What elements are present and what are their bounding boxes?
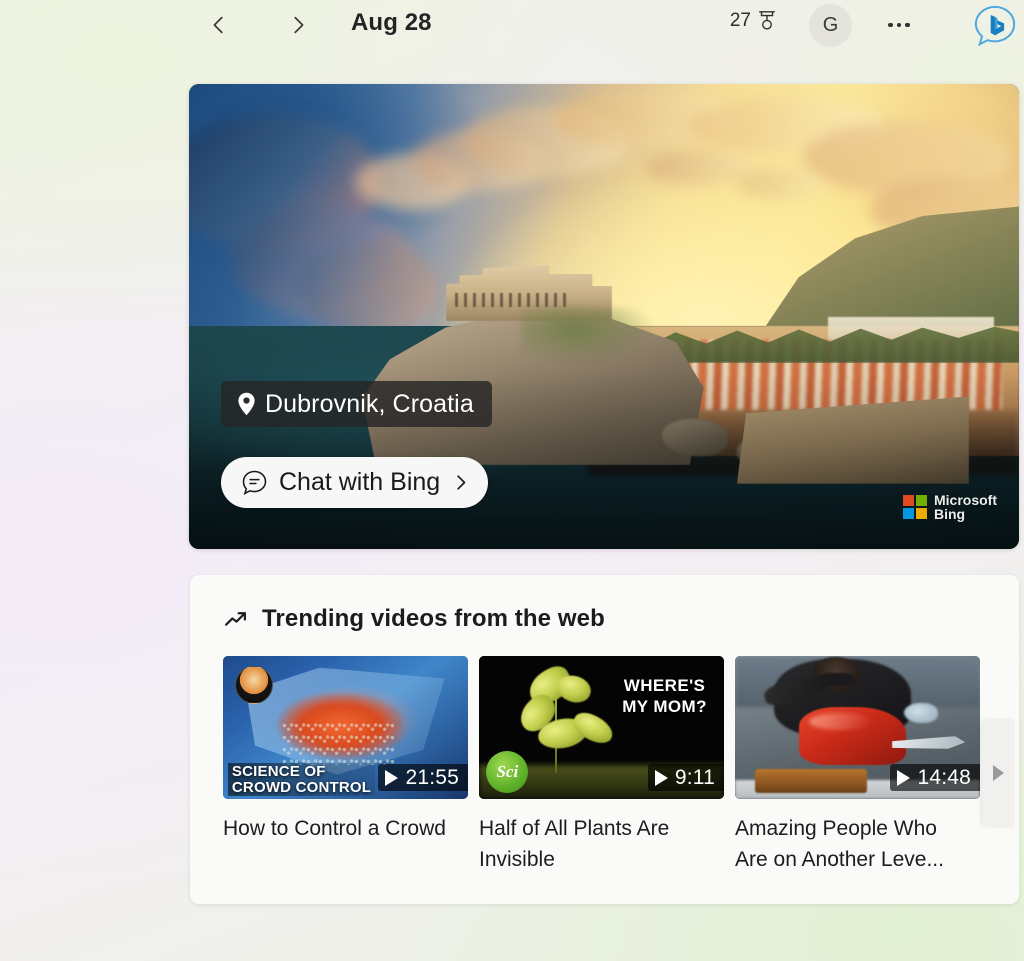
previous-day-button[interactable] xyxy=(199,5,239,45)
thumbnail-caption: WHERE'S MY MOM? xyxy=(622,676,707,717)
microsoft-bing-watermark: Microsoft Bing xyxy=(903,493,997,522)
video-card[interactable]: SCIENCE OF CROWD CONTROL 21:55 How to Co… xyxy=(223,656,468,876)
chevron-right-icon xyxy=(457,475,466,490)
video-thumbnail[interactable]: WHERE'S MY MOM? Sci 9:11 xyxy=(479,656,724,799)
gloved-hand xyxy=(904,703,939,724)
ellipsis-dot xyxy=(905,22,910,28)
trending-header: Trending videos from the web xyxy=(223,605,605,633)
next-day-button[interactable] xyxy=(278,5,318,45)
location-badge: Dubrovnik, Croatia xyxy=(221,381,492,427)
ms-square-yellow xyxy=(916,508,927,520)
chevron-right-icon xyxy=(294,16,304,34)
video-card[interactable]: 14:48 Amazing People Who Are on Another … xyxy=(735,656,980,876)
play-icon xyxy=(897,769,911,786)
play-icon xyxy=(385,769,399,786)
scroll-next-button[interactable] xyxy=(982,720,1014,826)
duration-badge: 21:55 xyxy=(378,764,468,791)
duration-badge: 14:48 xyxy=(890,764,980,791)
duration-badge: 9:11 xyxy=(647,764,724,791)
trending-videos-card: Trending videos from the web SCIENCE OF … xyxy=(190,575,1019,904)
caption-line-1: WHERE'S xyxy=(623,676,706,696)
thumbnail-caption: SCIENCE OF CROWD CONTROL xyxy=(227,762,376,797)
trending-up-arrow-icon xyxy=(225,611,246,626)
avatar[interactable]: G xyxy=(809,4,852,47)
crowd-dots xyxy=(281,721,395,765)
watermark-microsoft: Microsoft xyxy=(934,491,997,508)
caption-line-1: SCIENCE OF xyxy=(231,762,326,780)
location-text: Dubrovnik, Croatia xyxy=(265,389,474,418)
caption-line-2: MY MOM? xyxy=(622,696,707,716)
microsoft-logo-icon xyxy=(903,495,927,520)
play-icon xyxy=(654,769,668,786)
bing-daily-widget: Aug 28 27 G Dubrovnik, Croatia Chat with… xyxy=(0,0,1024,961)
cutting-board xyxy=(754,768,868,794)
scroll-right-arrow-icon xyxy=(992,765,1004,781)
rewards-medal-icon xyxy=(758,11,776,30)
microsoft-bing-wordmark: Microsoft Bing xyxy=(934,493,997,522)
chat-bubble-icon xyxy=(242,470,267,496)
channel-logo-text: Sci xyxy=(496,762,519,782)
map-pin-icon xyxy=(238,392,255,416)
rewards-points[interactable]: 27 xyxy=(730,9,778,33)
video-thumbnail[interactable]: 14:48 xyxy=(735,656,980,799)
duration-text: 9:11 xyxy=(674,766,715,789)
ms-square-red xyxy=(903,495,914,507)
caption-line-2: CROWD CONTROL xyxy=(231,778,372,796)
channel-badge xyxy=(235,666,274,704)
video-card[interactable]: WHERE'S MY MOM? Sci 9:11 Half of All Pla… xyxy=(479,656,724,876)
ms-square-green xyxy=(916,495,927,507)
chevron-left-icon xyxy=(213,16,223,34)
bing-chat-bubble-icon xyxy=(974,5,1016,47)
video-thumbnail[interactable]: SCIENCE OF CROWD CONTROL 21:55 xyxy=(223,656,468,799)
trending-title: Trending videos from the web xyxy=(262,605,605,632)
video-title[interactable]: Half of All Plants Are Invisible xyxy=(479,814,717,876)
date-label: Aug 28 xyxy=(351,9,432,36)
daily-image-card[interactable]: Dubrovnik, Croatia Chat with Bing Micros… xyxy=(189,84,1019,549)
duration-text: 21:55 xyxy=(405,766,459,789)
duration-text: 14:48 xyxy=(917,766,971,789)
chat-with-bing-button[interactable]: Chat with Bing xyxy=(221,457,489,508)
rewards-count: 27 xyxy=(729,10,751,31)
bing-chat-button[interactable] xyxy=(969,0,1021,52)
chat-button-label: Chat with Bing xyxy=(279,468,441,496)
avatar-initial: G xyxy=(822,14,839,36)
watermark-bing: Bing xyxy=(934,506,966,523)
widget-header: Aug 28 27 G xyxy=(0,0,1024,52)
ms-square-blue xyxy=(903,508,914,520)
video-list: SCIENCE OF CROWD CONTROL 21:55 How to Co… xyxy=(223,656,980,876)
video-title[interactable]: How to Control a Crowd xyxy=(223,814,461,845)
more-options-button[interactable] xyxy=(878,4,920,46)
video-title[interactable]: Amazing People Who Are on Another Leve..… xyxy=(735,814,973,876)
ellipsis-dot xyxy=(888,22,893,28)
ellipsis-dot xyxy=(896,22,902,28)
